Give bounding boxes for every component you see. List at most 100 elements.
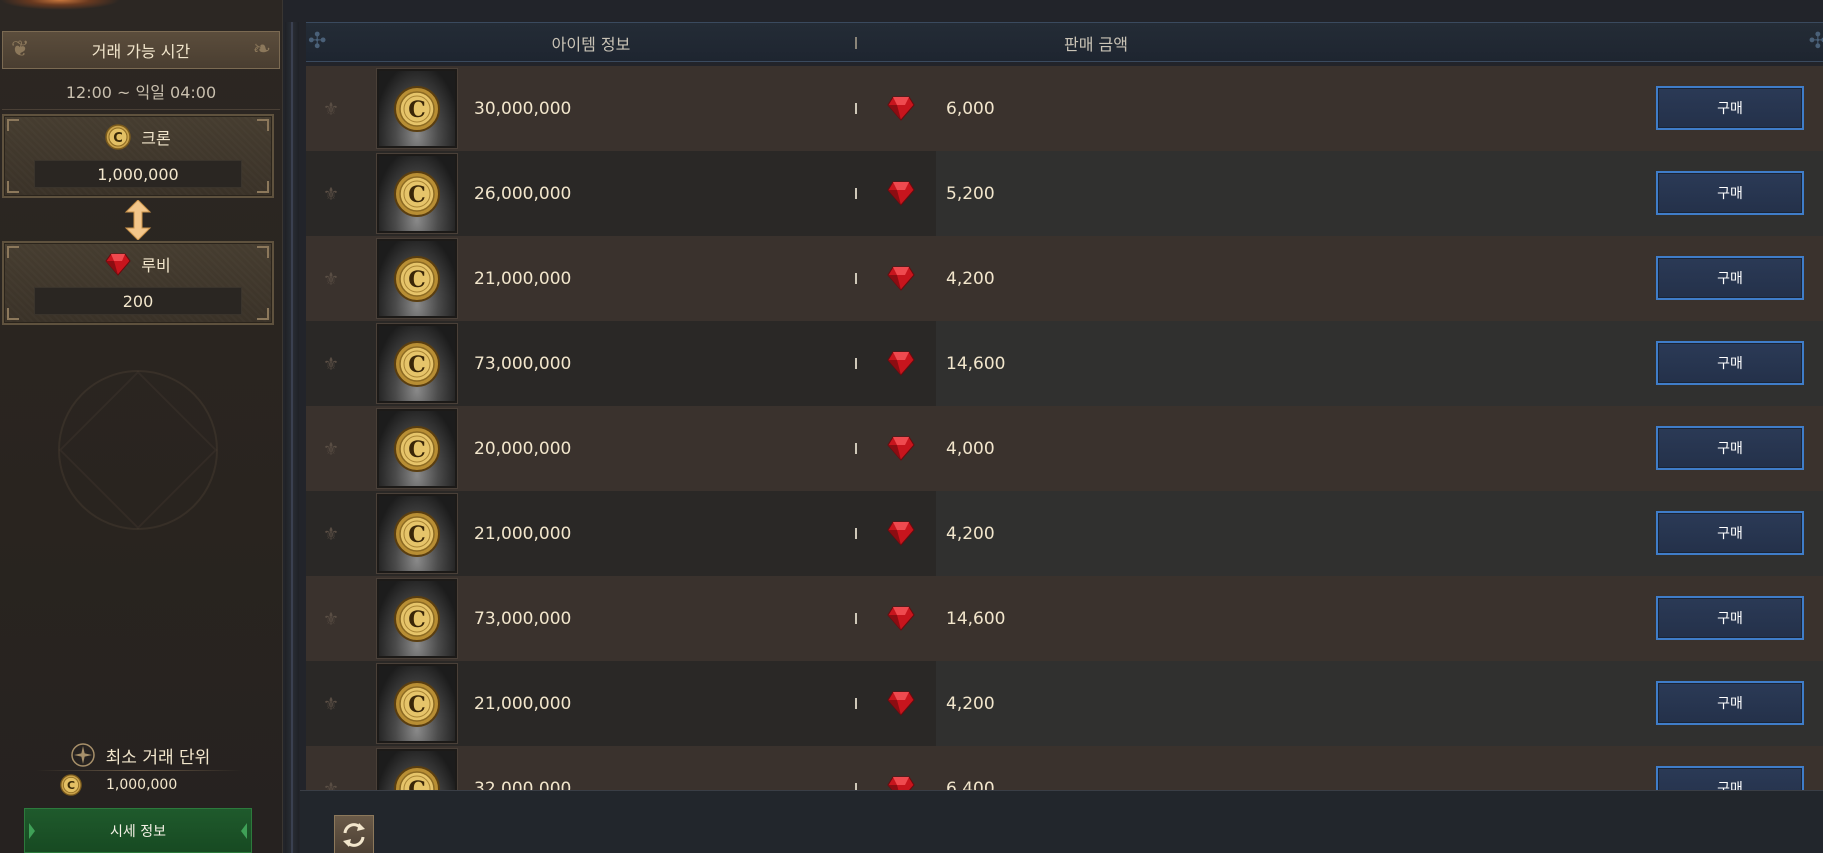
fleur-ornament-icon: ⚜: [322, 438, 340, 460]
table-row: ⚜ C 21,000,000 4,200 구매: [306, 236, 1823, 321]
trade-time-title: 거래 가능 시간: [91, 42, 191, 61]
market-info-button[interactable]: 시세 정보: [24, 808, 252, 853]
cron-coin-icon: C: [394, 255, 440, 302]
buy-button[interactable]: 구매: [1656, 426, 1804, 470]
item-price: 14,600: [946, 608, 1006, 629]
row-divider: [855, 103, 857, 114]
item-icon-frame[interactable]: C: [376, 578, 458, 659]
buy-button[interactable]: 구매: [1656, 86, 1804, 130]
ruby-icon: [887, 181, 915, 206]
item-price: 6,400: [946, 778, 995, 791]
svg-text:C: C: [113, 131, 123, 146]
ruby-label-row: 루비: [4, 251, 272, 277]
item-icon-frame[interactable]: C: [376, 323, 458, 404]
item-icon-frame[interactable]: C: [376, 748, 458, 790]
row-divider: [855, 443, 857, 454]
buy-button[interactable]: 구매: [1656, 341, 1804, 385]
table-row: ⚜ C 26,000,000 5,200 구매: [306, 151, 1823, 236]
row-divider: [855, 273, 857, 284]
ruby-icon: [887, 96, 915, 121]
fleur-ornament-icon: ⚜: [322, 608, 340, 630]
fleur-ornament-icon: ⚜: [322, 523, 340, 545]
cron-coin-icon: C: [394, 510, 440, 557]
table-row: ⚜ C 73,000,000 14,600 구매: [306, 576, 1823, 661]
cron-coin-icon: C: [394, 340, 440, 387]
listing-table: ✣ 아이템 정보 판매 금액 ✣ ⚜ C 30,000,000 6,000 구매…: [300, 20, 1823, 790]
item-quantity: 73,000,000: [474, 353, 572, 374]
item-quantity: 21,000,000: [474, 693, 572, 714]
row-divider: [855, 358, 857, 369]
row-divider: [855, 698, 857, 709]
item-quantity: 20,000,000: [474, 438, 572, 459]
compass-emblem-icon: [70, 743, 95, 767]
trade-time-range: 12:00 ~ 익일 04:00: [2, 72, 280, 110]
bottom-toolbar: [300, 790, 1823, 853]
table-row: ⚜ C 21,000,000 4,200 구매: [306, 491, 1823, 576]
item-price: 5,200: [946, 183, 995, 204]
svg-text:C: C: [408, 607, 426, 633]
buy-button[interactable]: 구매: [1656, 171, 1804, 215]
svg-text:C: C: [67, 779, 75, 792]
cron-coin-icon: C: [394, 170, 440, 217]
item-quantity: 30,000,000: [474, 98, 572, 119]
item-price: 6,000: [946, 98, 995, 119]
item-icon-frame[interactable]: C: [376, 153, 458, 234]
table-header: ✣ 아이템 정보 판매 금액 ✣: [306, 22, 1823, 62]
table-row: ⚜ C 30,000,000 6,000 구매: [306, 66, 1823, 151]
row-divider: [855, 783, 857, 790]
min-trade-unit-title: 최소 거래 단위: [105, 747, 211, 768]
swap-arrows-icon[interactable]: [124, 200, 152, 240]
item-icon-frame[interactable]: C: [376, 408, 458, 489]
svg-text:C: C: [408, 437, 426, 463]
item-quantity: 21,000,000: [474, 523, 572, 544]
item-quantity: 32,000,000: [474, 778, 572, 791]
cron-coin-icon: C: [394, 595, 440, 642]
item-quantity: 73,000,000: [474, 608, 572, 629]
fleur-ornament-icon: ⚜: [322, 353, 340, 375]
buy-button[interactable]: 구매: [1656, 511, 1804, 555]
ruby-icon: [887, 606, 915, 631]
item-price: 14,600: [946, 353, 1006, 374]
ruby-icon: [887, 776, 915, 790]
item-icon-frame[interactable]: C: [376, 663, 458, 744]
refresh-button[interactable]: [334, 815, 374, 853]
item-price: 4,000: [946, 438, 995, 459]
ruby-icon: [887, 266, 915, 291]
header-item-info: 아이템 정보: [551, 35, 631, 54]
buy-button[interactable]: 구매: [1656, 596, 1804, 640]
ruby-icon: [887, 521, 915, 546]
button-edge-right: [241, 823, 247, 839]
ornament-curl-left-icon: ❦: [11, 37, 30, 62]
item-icon-frame[interactable]: C: [376, 238, 458, 319]
left-panel: ❦ 거래 가능 시간 ❧ 12:00 ~ 익일 04:00 C 크론 1,000…: [0, 0, 283, 853]
decorative-emblem: [58, 370, 218, 530]
cron-coin-icon: C: [105, 124, 132, 150]
cron-currency-box: C 크론 1,000,000: [2, 114, 274, 198]
cron-coin-icon: C: [394, 85, 440, 132]
table-row: ⚜ C 32,000,000 6,400 구매: [306, 746, 1823, 790]
svg-text:C: C: [408, 777, 426, 791]
item-quantity: 21,000,000: [474, 268, 572, 289]
header-ornament-right-icon: ✣: [1808, 29, 1823, 54]
table-row: ⚜ C 20,000,000 4,000 구매: [306, 406, 1823, 491]
cron-coin-icon: C: [394, 765, 440, 791]
cron-label: 크론: [141, 129, 171, 148]
ornament-curl-right-icon: ❧: [252, 37, 271, 62]
ruby-icon: [887, 436, 915, 461]
item-icon-frame[interactable]: C: [376, 493, 458, 574]
buy-button[interactable]: 구매: [1656, 766, 1804, 790]
refresh-icon: [343, 822, 365, 847]
ruby-icon: [105, 253, 131, 276]
buy-button[interactable]: 구매: [1656, 681, 1804, 725]
row-divider: [855, 528, 857, 539]
table-row: ⚜ C 73,000,000 14,600 구매: [306, 321, 1823, 406]
header-divider: [855, 37, 857, 49]
fleur-ornament-icon: ⚜: [322, 693, 340, 715]
trade-time-header: ❦ 거래 가능 시간 ❧: [2, 31, 280, 69]
item-icon-frame[interactable]: C: [376, 68, 458, 149]
cron-coin-icon: C: [60, 774, 82, 796]
ruby-icon: [887, 691, 915, 716]
ruby-value: 200: [34, 287, 242, 315]
buy-button[interactable]: 구매: [1656, 256, 1804, 300]
svg-text:C: C: [408, 352, 426, 378]
